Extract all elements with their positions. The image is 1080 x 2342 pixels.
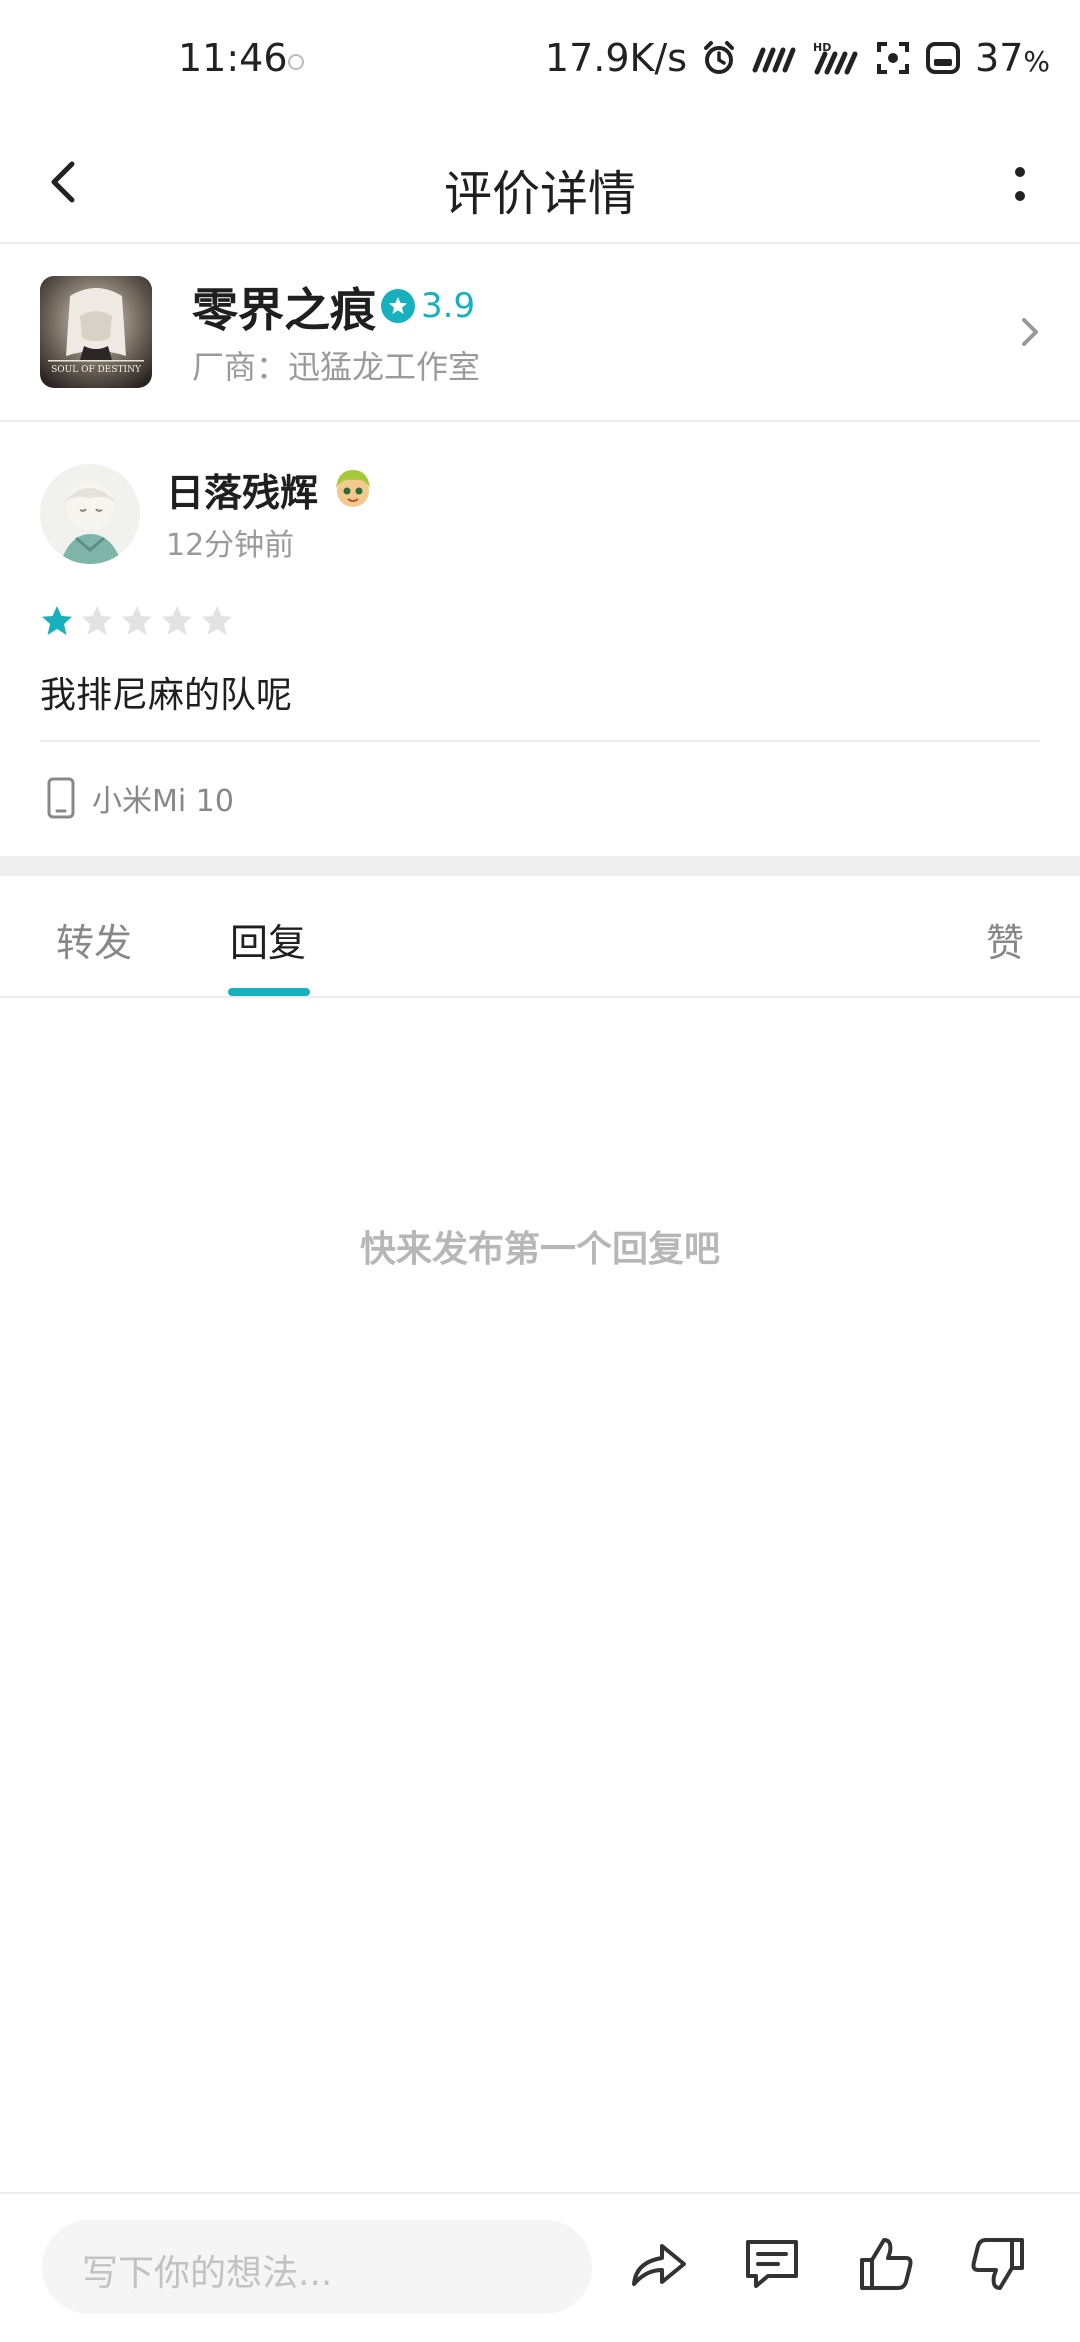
- status-time: 11:46: [178, 36, 288, 80]
- more-icon: [1015, 167, 1025, 201]
- empty-replies-message: 快来发布第一个回复吧: [359, 1229, 720, 1270]
- reply-input[interactable]: 写下你的想法...: [42, 2220, 592, 2314]
- game-name[interactable]: 零界之痕: [192, 274, 376, 340]
- chevron-right-icon: [1022, 318, 1038, 346]
- game-vendor: 厂商：迅猛龙工作室: [192, 348, 481, 386]
- battery-level: 37%: [975, 36, 1050, 80]
- tab-like[interactable]: 赞: [986, 912, 1024, 967]
- tab-reply[interactable]: 回复: [230, 912, 306, 967]
- tab-forward[interactable]: 转发: [56, 912, 132, 967]
- page-title: 评价详情: [443, 166, 636, 222]
- phone-icon: [47, 777, 75, 819]
- star-empty-icon: [82, 606, 112, 635]
- status-right-group: 17.9K/s HD 37%: [545, 36, 1050, 80]
- svg-text:SOUL OF DESTINY: SOUL OF DESTINY: [51, 365, 142, 375]
- rating-value: 3.9: [421, 286, 476, 326]
- avatar[interactable]: [40, 464, 140, 564]
- user-badge-icon: [330, 466, 376, 512]
- review-device: 小米Mi 10: [46, 776, 234, 820]
- hd-signal-icon: HD: [813, 41, 858, 75]
- thumbs-down-icon: [971, 2238, 1024, 2290]
- comment-button[interactable]: [738, 2230, 806, 2298]
- game-card[interactable]: SOUL OF DESTINY 零界之痕 3.9 厂商：迅猛龙工作室: [0, 244, 1080, 422]
- section-separator: [0, 856, 1080, 876]
- alarm-icon: [704, 41, 735, 74]
- like-button[interactable]: [852, 2230, 920, 2298]
- signal-icon: [752, 47, 796, 73]
- star-filled-icon: [42, 606, 72, 635]
- status-notification-icon: [288, 54, 304, 70]
- review-time: 12分钟前: [166, 528, 295, 563]
- game-icon[interactable]: SOUL OF DESTINY: [40, 276, 152, 388]
- game-detail-chevron[interactable]: [1010, 302, 1050, 362]
- bottom-action-bar: 写下你的想法...: [0, 2192, 1080, 2342]
- thumbs-up-icon: [860, 2238, 913, 2290]
- tab-bar: 转发 回复 赞: [0, 876, 1080, 998]
- svg-text:HD: HD: [813, 41, 831, 54]
- status-bar: 11:46 17.9K/s HD 37%: [0, 0, 1080, 120]
- review-username[interactable]: 日落残辉: [166, 462, 318, 517]
- review-divider: [40, 740, 1040, 742]
- more-button[interactable]: [990, 144, 1050, 224]
- user-avatar-image: [40, 464, 140, 564]
- screen-capture-icon: [877, 42, 910, 74]
- review-stars: [40, 604, 234, 638]
- device-name: 小米Mi 10: [92, 784, 234, 819]
- top-nav-bar: 评价详情: [0, 120, 1080, 244]
- dislike-button[interactable]: [964, 2230, 1032, 2298]
- battery-icon: [926, 42, 961, 74]
- game-rating: 3.9: [381, 286, 475, 326]
- share-button[interactable]: [626, 2230, 694, 2298]
- game-artwork-icon: SOUL OF DESTINY: [40, 276, 152, 388]
- active-tab-indicator: [228, 988, 310, 996]
- share-icon: [632, 2244, 686, 2286]
- star-empty-icon: [202, 606, 232, 635]
- comment-icon: [746, 2240, 798, 2288]
- star-empty-icon: [122, 606, 152, 635]
- star-badge-icon: [381, 289, 415, 323]
- star-empty-icon: [162, 606, 192, 635]
- review-text: 我排尼麻的队呢: [40, 675, 293, 716]
- reply-input-placeholder: 写下你的想法...: [82, 2253, 333, 2294]
- network-speed: 17.9K/s: [544, 36, 688, 80]
